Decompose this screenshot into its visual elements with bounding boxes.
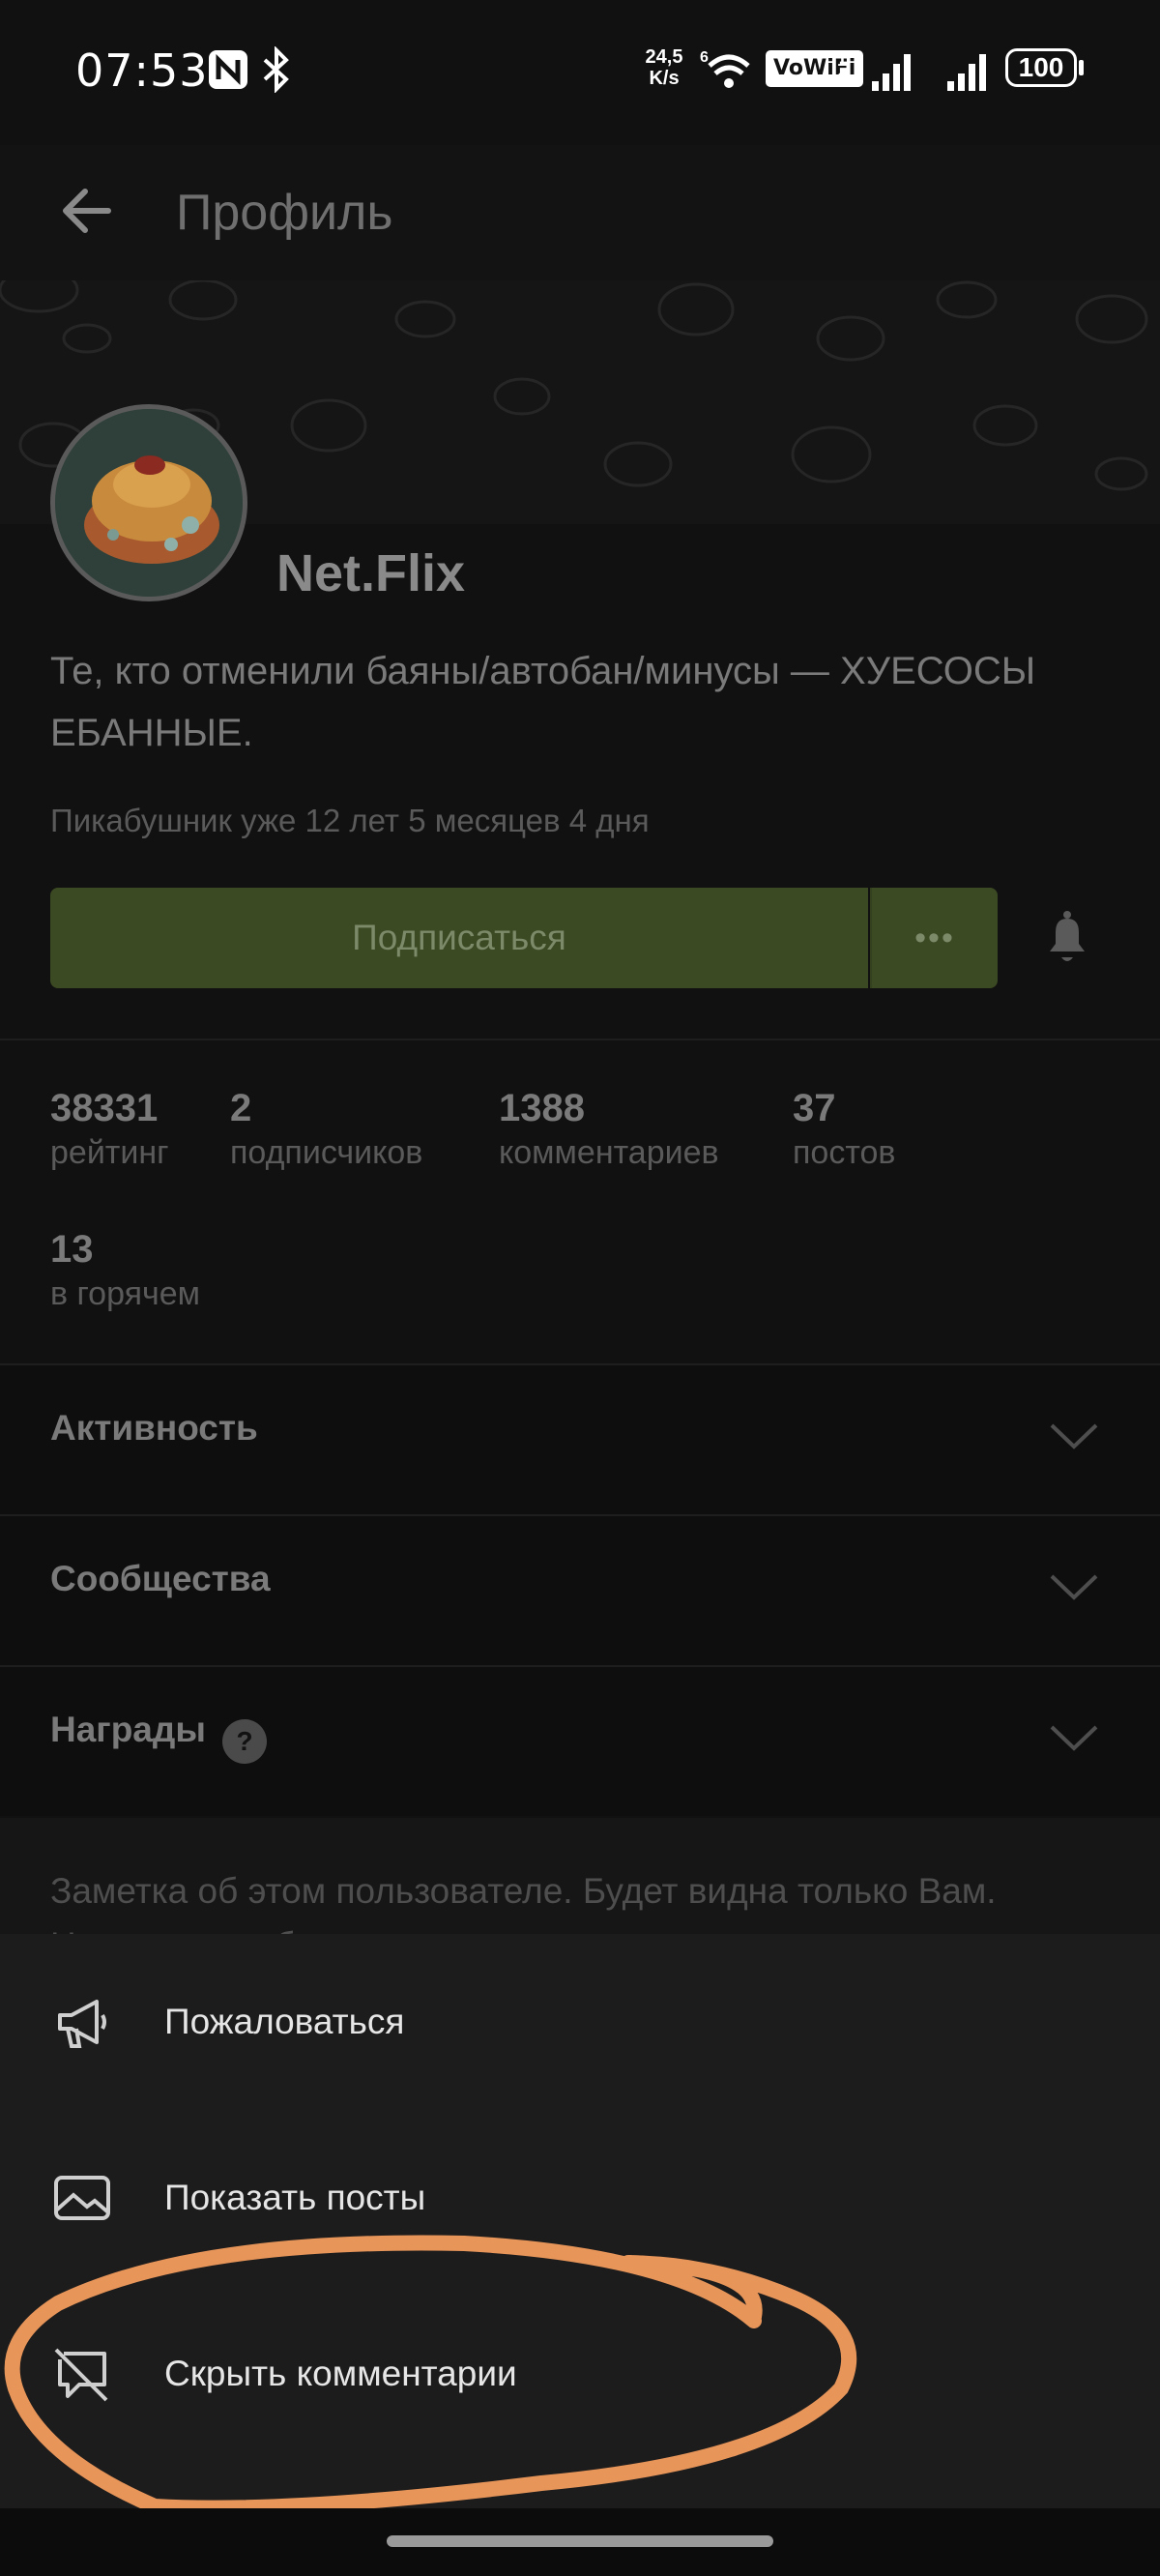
stat-rating: 38331 рейтинг: [50, 1087, 169, 1172]
status-time: 07:53: [75, 44, 209, 97]
chevron-down-icon: [1050, 1423, 1098, 1449]
subscribe-button[interactable]: Подписаться: [50, 888, 868, 988]
hide-comments-menu-item[interactable]: Скрыть комментарии: [0, 2286, 1160, 2462]
stat-label: постов: [793, 1134, 896, 1171]
username: Net.Flix: [276, 544, 466, 602]
show-posts-menu-item[interactable]: Показать посты: [0, 2110, 1160, 2286]
page-title: Профиль: [176, 185, 393, 241]
svg-text:6: 6: [700, 49, 709, 66]
stat-comments[interactable]: 1388 комментариев: [499, 1087, 719, 1172]
back-arrow-icon[interactable]: [58, 182, 116, 240]
speed-value: 24,5: [645, 46, 683, 68]
section-activity[interactable]: Активность: [0, 1365, 1160, 1514]
stat-value: 38331: [50, 1087, 159, 1129]
menu-label: Показать посты: [164, 2178, 426, 2217]
battery-tip: [1079, 60, 1084, 75]
stat-label: рейтинг: [50, 1134, 169, 1171]
avatar[interactable]: [50, 404, 247, 601]
section-awards[interactable]: Награды ?: [0, 1667, 1160, 1816]
home-indicator[interactable]: [387, 2535, 773, 2547]
actions-bottom-sheet: Пожаловаться Показать посты Скрыть комме…: [0, 1934, 1160, 2508]
stat-label: комментариев: [499, 1134, 719, 1171]
profile-tenure: Пикабушник уже 12 лет 5 месяцев 4 дня: [50, 803, 650, 838]
vowifi-badge: VoWiFi: [766, 50, 864, 87]
user-note-field[interactable]: Заметка об этом пользователе. Будет видн…: [0, 1818, 1160, 1934]
bell-icon[interactable]: [1040, 909, 1094, 967]
section-title: Награды: [50, 1710, 206, 1749]
section-title: Активность: [50, 1408, 258, 1448]
chevron-down-icon: [1050, 1574, 1098, 1600]
menu-label: Скрыть комментарии: [164, 2354, 517, 2393]
divider: [0, 1039, 1160, 1040]
sim-indicator: 12: [837, 50, 848, 89]
speed-unit: K/s: [649, 68, 680, 89]
stat-label: подписчиков: [230, 1134, 423, 1171]
comment-off-icon: [54, 2348, 108, 2402]
svg-text:?: ?: [236, 1726, 252, 1756]
app-header: [0, 145, 1160, 280]
section-title: Сообщества: [50, 1559, 271, 1598]
stat-subscribers[interactable]: 2 подписчиков: [230, 1087, 422, 1172]
chevron-down-icon: [1050, 1725, 1098, 1751]
report-menu-item[interactable]: Пожаловаться: [0, 1934, 1160, 2110]
more-options-button[interactable]: •••: [870, 888, 998, 988]
stat-value: 37: [793, 1087, 836, 1129]
bluetooth-icon: [263, 46, 289, 93]
more-dots-icon: •••: [914, 919, 955, 956]
nfc-icon: [209, 50, 247, 89]
signal-icon: [872, 54, 911, 91]
stat-value: 13: [50, 1228, 94, 1271]
image-icon: [54, 2176, 110, 2220]
stat-posts[interactable]: 37 постов: [793, 1087, 895, 1172]
signal-icon: [947, 54, 986, 91]
battery-icon: 100: [1005, 48, 1077, 87]
stat-label: в горячем: [50, 1275, 201, 1312]
stat-hot[interactable]: 13 в горячем: [50, 1228, 200, 1313]
stat-value: 1388: [499, 1087, 585, 1129]
avatar-image: [55, 409, 243, 597]
note-placeholder: Заметка об этом пользователе. Будет видн…: [50, 1871, 997, 1934]
network-speed: 24,5 K/s: [638, 46, 690, 89]
wifi-icon: 6: [700, 49, 750, 88]
megaphone-icon: [58, 2000, 106, 2048]
stat-value: 2: [230, 1087, 252, 1129]
profile-bio: Те, кто отменили баяны/автобан/минусы — …: [50, 650, 1036, 754]
section-communities[interactable]: Сообщества: [0, 1516, 1160, 1665]
help-icon[interactable]: ?: [220, 1717, 269, 1766]
menu-label: Пожаловаться: [164, 2002, 405, 2041]
